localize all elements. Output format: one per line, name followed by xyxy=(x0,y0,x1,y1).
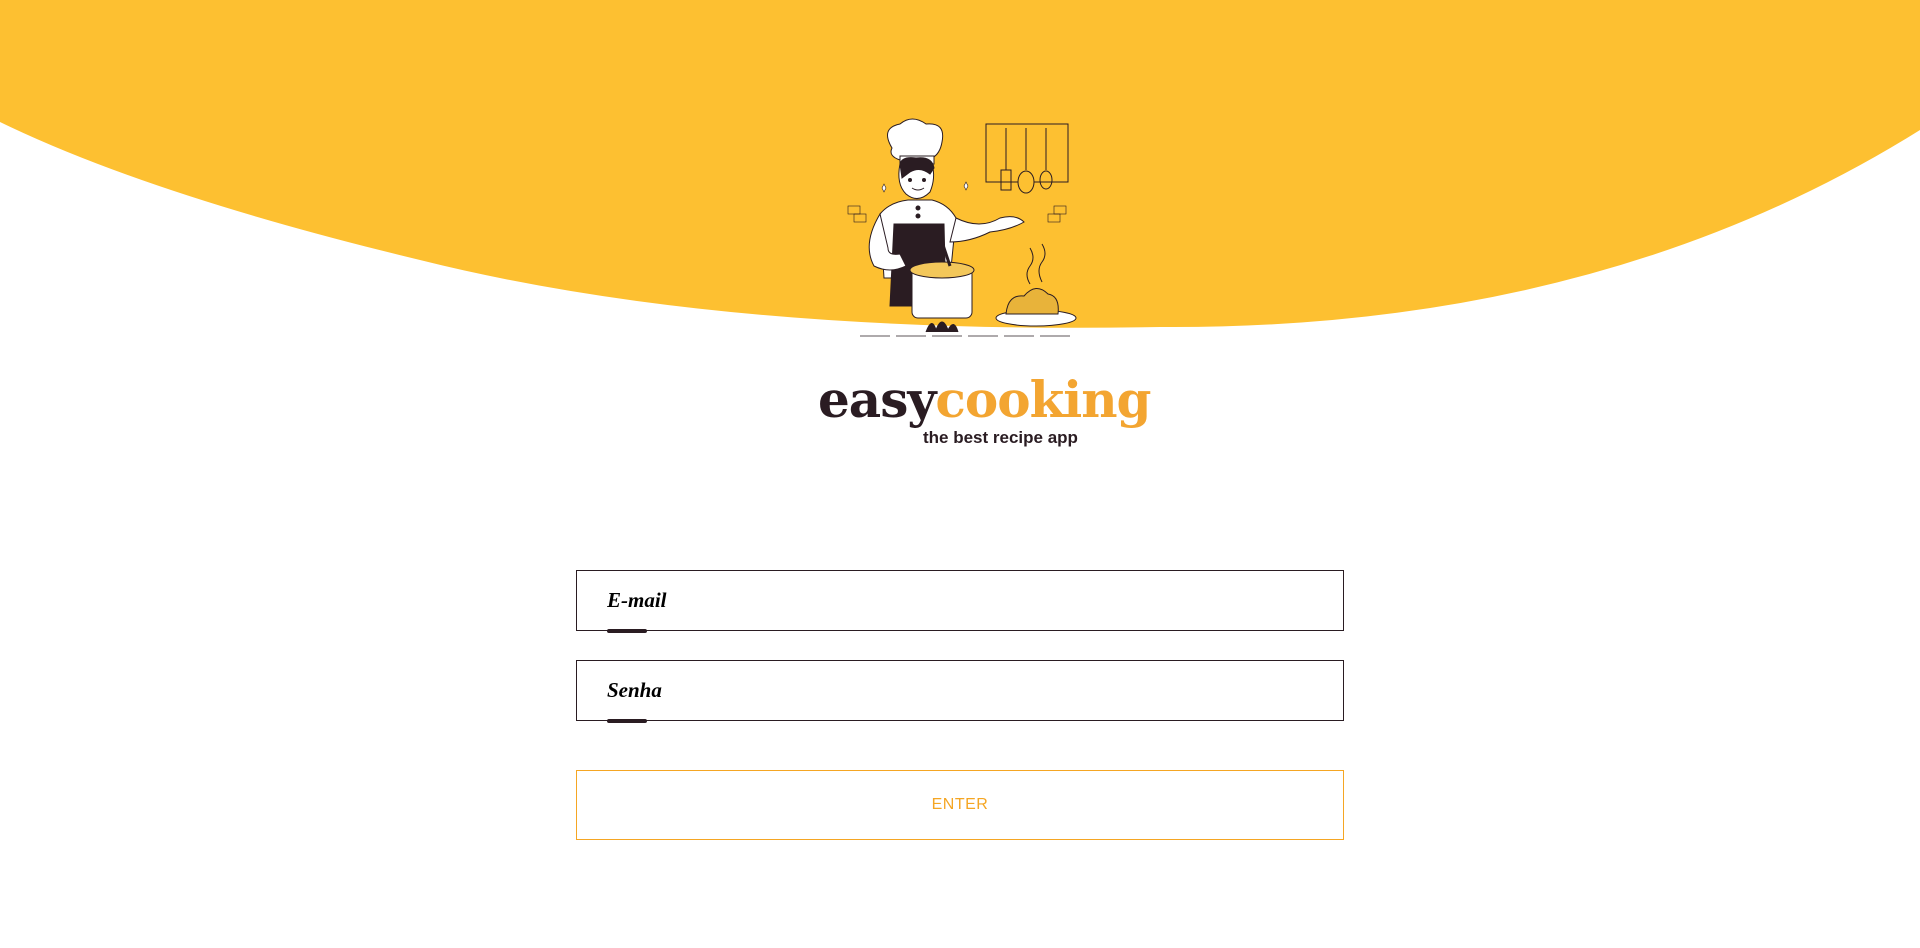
brand-name-part2: cooking xyxy=(935,370,1151,429)
field-underline-accent xyxy=(607,629,647,633)
brand-wordmark: easycooking xyxy=(818,370,1152,430)
login-page: easycooking the best recipe app ENTER xyxy=(0,0,1920,948)
email-input[interactable] xyxy=(607,585,1307,615)
chef-hat-icon xyxy=(887,118,944,165)
password-input[interactable] xyxy=(607,675,1307,705)
email-field[interactable] xyxy=(576,570,1344,633)
enter-button[interactable]: ENTER xyxy=(576,770,1344,840)
plated-dish-icon xyxy=(995,243,1077,327)
brand-tagline: the best recipe app xyxy=(923,428,1078,447)
brand-name-part1: easy xyxy=(818,370,936,429)
brand-logo: easycooking the best recipe app xyxy=(818,370,1152,454)
password-field[interactable] xyxy=(576,660,1344,723)
chef-head xyxy=(898,157,935,199)
field-underline-accent xyxy=(607,719,647,723)
utensil-rack-icon xyxy=(985,123,1069,194)
chef-illustration xyxy=(847,118,1077,337)
